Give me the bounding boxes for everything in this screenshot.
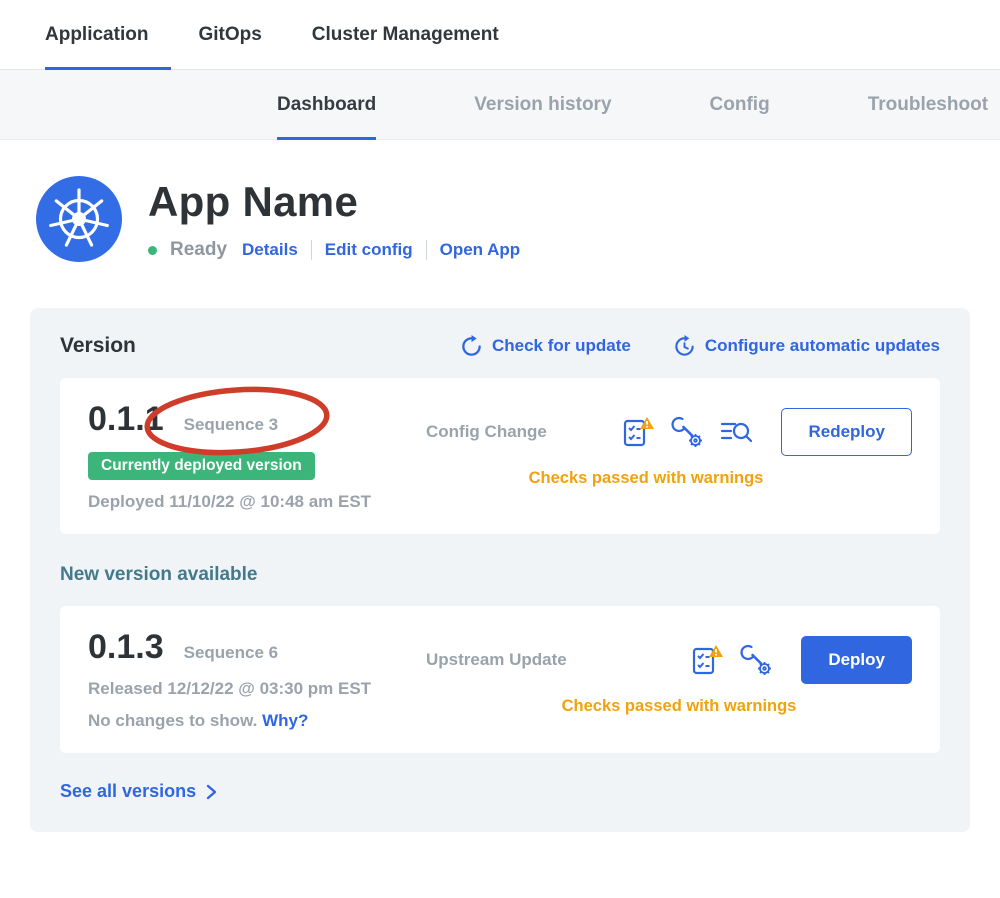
- current-version-actions: Config Change: [418, 400, 912, 488]
- configure-automatic-updates-label: Configure automatic updates: [705, 336, 940, 356]
- version-icon-group: [621, 415, 753, 449]
- chevron-right-icon: [203, 783, 219, 801]
- check-for-update-link[interactable]: Check for update: [460, 335, 631, 358]
- divider: [426, 240, 427, 260]
- currently-deployed-badge: Currently deployed version: [88, 452, 315, 480]
- current-version-line: 0.1.1 Sequence 3: [88, 400, 418, 439]
- released-timestamp: Released 12/12/22 @ 03:30 pm EST: [88, 679, 418, 699]
- current-version-number: 0.1.1: [88, 400, 164, 439]
- app-tabs: Dashboard Version history Config Trouble…: [0, 70, 1000, 140]
- version-heading: Version: [60, 334, 460, 358]
- edit-config-link[interactable]: Edit config: [325, 240, 413, 260]
- check-for-update-label: Check for update: [492, 336, 631, 356]
- auto-update-clock-icon: [673, 335, 696, 358]
- preflight-checks-warning-icon[interactable]: [621, 415, 655, 449]
- current-version-actions-row: Config Change: [426, 408, 912, 456]
- new-version-info: 0.1.3 Sequence 6 Released 12/12/22 @ 03:…: [88, 628, 418, 731]
- details-link[interactable]: Details: [242, 240, 298, 260]
- primary-nav: Application GitOps Cluster Management: [0, 0, 1000, 70]
- deployed-timestamp: Deployed 11/10/22 @ 10:48 am EST: [88, 492, 418, 512]
- new-version-actions: Upstream Update: [418, 628, 912, 716]
- why-link[interactable]: Why?: [262, 711, 308, 730]
- ready-status-dot: [148, 246, 157, 255]
- new-version-actions-row: Upstream Update: [426, 636, 912, 684]
- deploy-button[interactable]: Deploy: [801, 636, 912, 684]
- new-version-available-heading: New version available: [60, 564, 940, 586]
- version-icon-group: [690, 643, 773, 677]
- page-title: App Name: [148, 178, 520, 226]
- current-version-card: 0.1.1 Sequence 3 Currently deployed vers…: [60, 378, 940, 534]
- view-files-search-icon[interactable]: [719, 417, 753, 447]
- refresh-icon: [460, 335, 483, 358]
- redeploy-button[interactable]: Redeploy: [781, 408, 912, 456]
- config-wrench-gear-icon[interactable]: [670, 415, 704, 449]
- current-version-sequence: Sequence 3: [184, 415, 279, 435]
- tab-config[interactable]: Config: [710, 70, 770, 139]
- change-type-label: Upstream Update: [426, 650, 567, 670]
- ready-status-text: Ready: [170, 239, 227, 261]
- status-row: Ready Details Edit config Open App: [148, 239, 520, 261]
- current-version-info: 0.1.1 Sequence 3 Currently deployed vers…: [88, 400, 418, 512]
- kubernetes-logo-icon: [36, 176, 122, 262]
- no-changes-row: No changes to show. Why?: [88, 711, 418, 731]
- nav-item-cluster-management[interactable]: Cluster Management: [312, 0, 499, 69]
- app-header-text: App Name Ready Details Edit config Open …: [148, 176, 520, 261]
- checks-status-text: Checks passed with warnings: [426, 469, 912, 488]
- version-actions: Check for update Configure automatic upd…: [460, 335, 940, 358]
- change-type-label: Config Change: [426, 422, 547, 442]
- new-version-card: 0.1.3 Sequence 6 Released 12/12/22 @ 03:…: [60, 606, 940, 753]
- version-section-header: Version Check for update: [60, 334, 940, 358]
- open-app-link[interactable]: Open App: [440, 240, 521, 260]
- nav-item-gitops[interactable]: GitOps: [198, 0, 261, 69]
- configure-automatic-updates-link[interactable]: Configure automatic updates: [673, 335, 940, 358]
- nav-item-application[interactable]: Application: [45, 0, 148, 69]
- new-version-number: 0.1.3: [88, 628, 164, 667]
- app-header: App Name Ready Details Edit config Open …: [0, 140, 1000, 262]
- tab-troubleshoot[interactable]: Troubleshoot: [868, 70, 988, 139]
- see-all-versions-link[interactable]: See all versions: [60, 781, 219, 802]
- checks-status-text: Checks passed with warnings: [426, 697, 912, 716]
- version-section: Version Check for update: [30, 308, 970, 832]
- see-all-versions-label: See all versions: [60, 781, 196, 802]
- new-version-line: 0.1.3 Sequence 6: [88, 628, 418, 667]
- tab-version-history[interactable]: Version history: [474, 70, 611, 139]
- new-version-sequence: Sequence 6: [184, 643, 279, 663]
- no-changes-label: No changes to show.: [88, 711, 257, 730]
- preflight-checks-warning-icon[interactable]: [690, 643, 724, 677]
- tab-dashboard[interactable]: Dashboard: [277, 70, 376, 139]
- divider: [311, 240, 312, 260]
- config-wrench-gear-icon[interactable]: [739, 643, 773, 677]
